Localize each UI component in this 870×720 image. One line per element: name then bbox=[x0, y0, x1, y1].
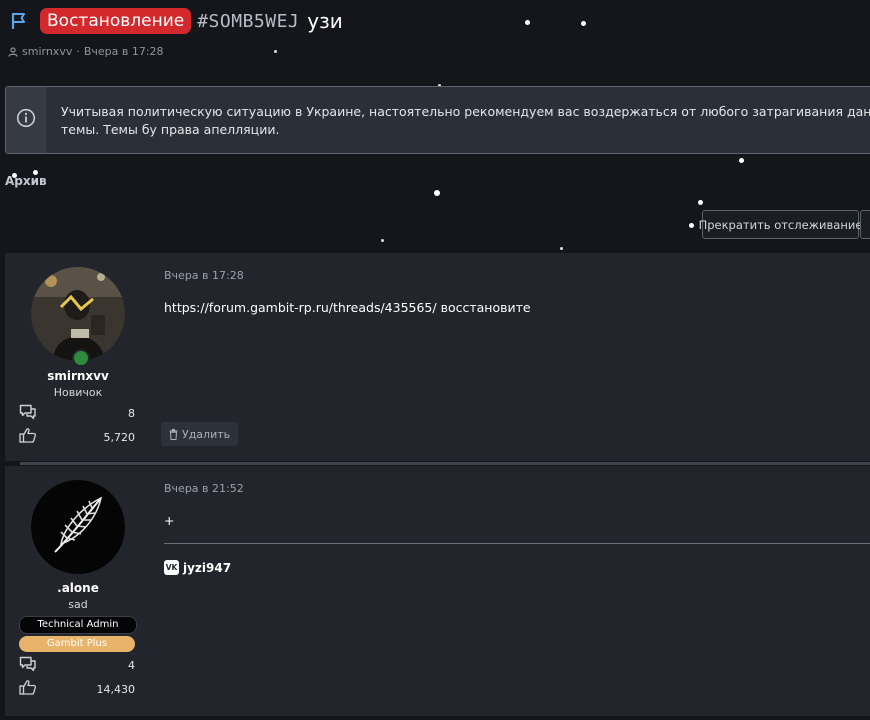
online-status-icon bbox=[72, 349, 90, 367]
post-divider bbox=[20, 462, 870, 465]
reactions-count: 14,430 bbox=[96, 683, 136, 696]
post: .alone sad Technical Admin Gambit Plus 4… bbox=[5, 466, 870, 716]
delete-label: Удалить bbox=[182, 427, 231, 441]
unfollow-button[interactable]: Прекратить отслеживание bbox=[699, 210, 862, 239]
prefix-badge[interactable]: Востановление bbox=[40, 8, 192, 34]
info-icon bbox=[16, 108, 36, 132]
username[interactable]: .alone bbox=[5, 581, 151, 595]
user-icon bbox=[8, 46, 18, 57]
star bbox=[689, 223, 694, 228]
more-actions-button[interactable] bbox=[860, 210, 870, 239]
post-date[interactable]: Вчера в 17:28 bbox=[164, 269, 244, 282]
signature: VK jyzi947 bbox=[164, 560, 231, 575]
post-user-cell: smirnxvv Новичок 8 5,720 bbox=[5, 253, 151, 461]
avatar[interactable] bbox=[31, 480, 125, 574]
thread-date[interactable]: Вчера в 17:28 bbox=[84, 45, 164, 58]
star bbox=[434, 190, 440, 196]
star bbox=[739, 158, 744, 163]
comments-icon bbox=[19, 404, 37, 420]
thread-name: узи bbox=[307, 9, 343, 33]
username[interactable]: smirnxvv bbox=[5, 369, 151, 383]
thread-meta: smirnxvv · Вчера в 17:28 bbox=[8, 45, 164, 58]
signature-divider bbox=[164, 543, 870, 544]
messages-count: 8 bbox=[128, 407, 135, 420]
archive-label: Архив bbox=[5, 174, 47, 188]
star bbox=[381, 239, 384, 242]
thumbs-up-icon bbox=[19, 679, 37, 695]
star bbox=[698, 200, 703, 205]
user-banner-gambit-plus: Gambit Plus bbox=[19, 636, 135, 652]
post-date[interactable]: Вчера в 21:52 bbox=[164, 482, 244, 495]
delete-button[interactable]: Удалить bbox=[161, 422, 239, 446]
star bbox=[525, 20, 530, 25]
thread-author[interactable]: smirnxvv bbox=[22, 45, 72, 58]
notice-text: Учитывая политическую ситуацию в Украине… bbox=[61, 104, 870, 137]
star bbox=[274, 50, 277, 53]
thread-title: Востановление #SOMB5WEJ узи bbox=[8, 6, 343, 36]
user-title: sad bbox=[68, 598, 88, 611]
post: smirnxvv Новичок 8 5,720 Вчера в 17:28 h… bbox=[5, 253, 870, 461]
flag-icon[interactable] bbox=[8, 10, 30, 32]
thread-code: #SOMB5WEJ bbox=[197, 10, 300, 32]
notice-icon-box bbox=[6, 87, 46, 153]
post-body[interactable]: https://forum.gambit-rp.ru/threads/43556… bbox=[164, 300, 531, 315]
reactions-count: 5,720 bbox=[103, 431, 136, 444]
post-body: + bbox=[164, 513, 175, 528]
star bbox=[581, 21, 586, 26]
thumbs-up-icon bbox=[19, 427, 37, 443]
star bbox=[560, 247, 563, 250]
trash-icon bbox=[169, 428, 178, 440]
avatar[interactable] bbox=[31, 267, 125, 361]
user-banner-technical-admin: Technical Admin bbox=[19, 616, 137, 634]
user-title: Новичок bbox=[53, 386, 103, 399]
notice-banner: Учитывая политическую ситуацию в Украине… bbox=[5, 86, 870, 154]
signature-text: jyzi947 bbox=[183, 560, 232, 575]
messages-count: 4 bbox=[128, 659, 135, 672]
comments-icon bbox=[19, 656, 37, 672]
meta-separator: · bbox=[76, 45, 80, 58]
vk-icon: VK bbox=[164, 560, 179, 575]
post-user-cell: .alone sad Technical Admin Gambit Plus 4… bbox=[5, 466, 151, 716]
